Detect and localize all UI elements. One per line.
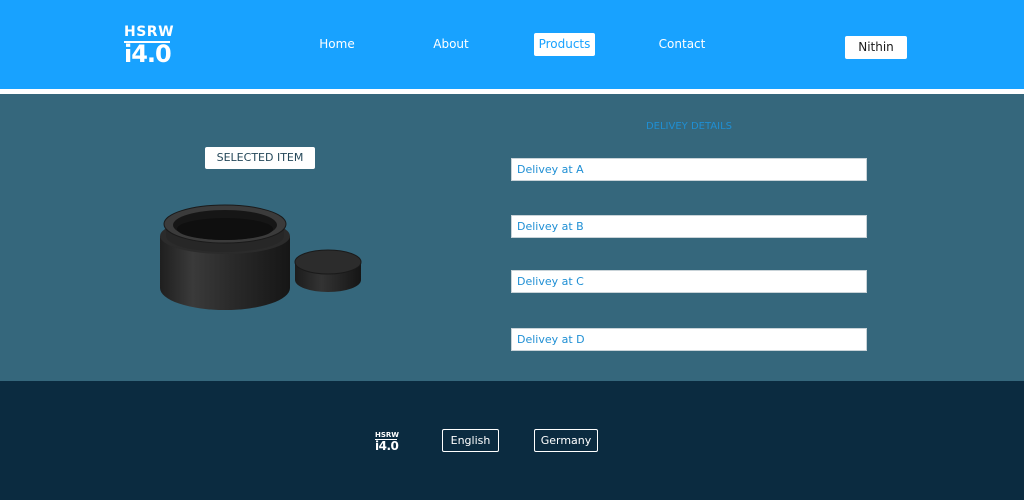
footer-logo-text-top: HSRW: [375, 431, 400, 439]
delivery-option-d[interactable]: Delivey at D: [511, 328, 867, 351]
nav-products[interactable]: Products: [534, 33, 595, 56]
nav-about[interactable]: About: [427, 33, 475, 56]
user-account-button[interactable]: Nithin: [845, 36, 907, 59]
nav-home[interactable]: Home: [313, 33, 361, 56]
delivery-option-a[interactable]: Delivey at A: [511, 158, 867, 181]
logo-text-top: HSRW: [124, 24, 175, 40]
product-image: [160, 204, 362, 310]
main-section: SELECTED ITEM DELIVEY DETAILS Delivey at…: [0, 94, 1024, 381]
logo-text-bottom: i4.0: [124, 40, 172, 68]
selected-item-label: SELECTED ITEM: [205, 147, 315, 169]
footer-logo-text-bottom: i4.0: [375, 439, 399, 453]
language-germany-button[interactable]: Germany: [534, 429, 598, 452]
brand-logo[interactable]: HSRW i4.0: [124, 24, 175, 68]
language-english-button[interactable]: English: [442, 429, 499, 452]
nav-contact[interactable]: Contact: [655, 33, 709, 56]
delivery-option-c[interactable]: Delivey at C: [511, 270, 867, 293]
footer-logo[interactable]: HSRW i4.0: [375, 431, 399, 453]
delivery-details-title: DELIVEY DETAILS: [645, 121, 733, 132]
delivery-option-b[interactable]: Delivey at B: [511, 215, 867, 238]
